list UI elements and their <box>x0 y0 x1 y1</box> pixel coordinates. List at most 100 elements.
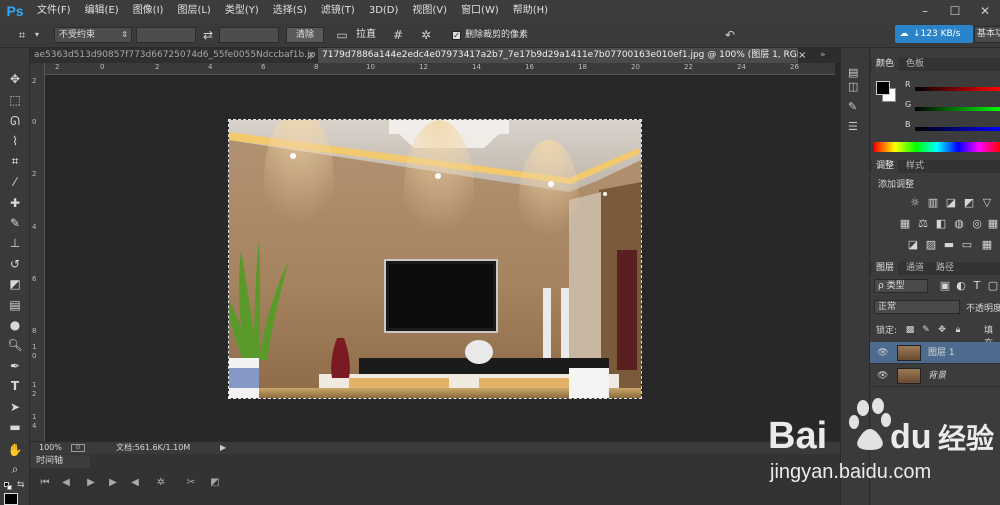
layer-row-selected[interactable]: 👁︎ 图层 1 <box>870 342 1000 364</box>
brightness-icon[interactable]: ☼ <box>908 197 922 209</box>
grid-overlay-icon[interactable]: # <box>390 27 406 43</box>
menu-window[interactable]: 窗口(W) <box>454 0 506 22</box>
pen-tool-icon[interactable]: ✒ <box>5 357 25 375</box>
reset-icon[interactable]: ↶ <box>722 27 738 43</box>
swap-colors-icon[interactable]: ⇆ <box>17 480 25 490</box>
maximize-button[interactable]: ☐ <box>940 0 970 22</box>
lock-image-icon[interactable]: ✎ <box>919 324 933 336</box>
tab-color[interactable]: 颜色 <box>872 58 899 71</box>
crop-tool-icon[interactable]: ⌗ <box>5 152 25 170</box>
marquee-tool-icon[interactable]: ⬚ <box>5 91 25 109</box>
status-menu-icon[interactable]: ⊙ <box>71 444 85 452</box>
zoom-level[interactable]: 100% <box>39 442 62 454</box>
tab-layers[interactable]: 图层 <box>872 262 899 275</box>
lock-position-icon[interactable]: ✥ <box>935 324 949 336</box>
menu-view[interactable]: 视图(V) <box>405 0 454 22</box>
hand-tool-icon[interactable]: ✋ <box>5 441 25 459</box>
posterize-icon[interactable]: ▨ <box>924 239 938 251</box>
history-panel-icon[interactable]: ▤ <box>848 66 858 79</box>
actions-panel-icon[interactable]: ◫ <box>848 80 858 93</box>
filter-type-icon[interactable]: T <box>970 280 984 292</box>
menu-help[interactable]: 帮助(H) <box>506 0 555 22</box>
green-slider[interactable]: G <box>870 100 1000 120</box>
document-tab-active[interactable]: 7179d7886a144e2edc4e07973417a2b7_7e17b9d… <box>318 48 798 63</box>
straighten-label[interactable]: 拉直 <box>356 27 376 43</box>
default-colors-icon[interactable] <box>4 482 13 491</box>
filter-pixel-icon[interactable]: ▣ <box>938 280 952 292</box>
tab-paths[interactable]: 路径 <box>932 262 958 275</box>
color-spectrum[interactable] <box>874 142 1000 152</box>
transition-icon[interactable]: ◩ <box>206 476 224 490</box>
menu-file[interactable]: 文件(F) <box>30 0 78 22</box>
timeline-tab[interactable]: 时间轴 <box>30 455 90 468</box>
menu-type[interactable]: 类型(Y) <box>218 0 266 22</box>
tab-close-icon[interactable]: × <box>307 48 317 63</box>
vibrance-icon[interactable]: ▽ <box>980 197 994 209</box>
menu-image[interactable]: 图像(I) <box>126 0 171 22</box>
gradient-tool-icon[interactable]: ▤ <box>5 296 25 314</box>
tab-overflow-icon[interactable]: » <box>820 48 838 63</box>
audio-icon[interactable]: ◀ <box>126 476 144 490</box>
channel-mixer-icon[interactable]: ◎ <box>970 218 984 230</box>
play-icon[interactable]: ▶ <box>82 476 100 490</box>
delete-cropped-checkbox[interactable]: ✓ <box>452 31 461 40</box>
tab-channels[interactable]: 通道 <box>902 262 928 275</box>
lock-transparent-icon[interactable]: ▩ <box>903 324 917 336</box>
chevron-down-icon[interactable]: ▾ <box>32 27 42 43</box>
tab-swatches[interactable]: 色板 <box>902 58 928 71</box>
gear-icon[interactable]: ✲ <box>418 27 434 43</box>
eye-icon[interactable]: 👁︎ <box>877 342 888 364</box>
foreground-color-swatch[interactable] <box>4 493 18 505</box>
first-frame-icon[interactable]: ⏮ <box>36 476 54 490</box>
curves-icon[interactable]: ◪ <box>944 197 958 209</box>
status-arrow-icon[interactable]: ▶ <box>220 442 226 454</box>
previous-frame-icon[interactable]: ◀ <box>57 476 75 490</box>
move-tool-icon[interactable]: ✥ <box>5 70 25 88</box>
workspace-select[interactable]: 基本功能 <box>974 26 1000 43</box>
tab-close-icon[interactable]: × <box>798 48 808 63</box>
brush-presets-icon[interactable]: ✎ <box>848 100 857 113</box>
invert-icon[interactable]: ◪ <box>906 239 920 251</box>
crop-tool-icon[interactable]: ⌗ <box>14 27 30 43</box>
scissors-icon[interactable]: ✂ <box>182 476 200 490</box>
tab-styles[interactable]: 样式 <box>902 160 928 173</box>
quick-select-tool-icon[interactable]: ⌇ <box>5 132 25 150</box>
rectangle-tool-icon[interactable]: ▬ <box>5 418 25 436</box>
tab-adjustments[interactable]: 调整 <box>872 160 899 173</box>
eraser-tool-icon[interactable]: ◩ <box>5 275 25 293</box>
menu-layer[interactable]: 图层(L) <box>170 0 217 22</box>
black-white-icon[interactable]: ◧ <box>934 218 948 230</box>
color-balance-icon[interactable]: ⚖ <box>916 218 930 230</box>
menu-select[interactable]: 选择(S) <box>266 0 314 22</box>
zoom-tool-icon[interactable]: ⌕ <box>5 460 25 478</box>
properties-panel-icon[interactable]: ☰ <box>848 120 858 133</box>
healing-brush-tool-icon[interactable]: ✚ <box>5 194 25 212</box>
brush-tool-icon[interactable]: ✎ <box>5 214 25 232</box>
ratio-select[interactable]: 不受约束 ⇕ <box>54 27 132 43</box>
selective-color-icon[interactable]: ▦ <box>980 239 994 251</box>
threshold-icon[interactable]: ▬ <box>942 239 956 251</box>
lock-all-icon[interactable]: 🔒︎ <box>951 324 965 336</box>
layer-row[interactable]: 👁︎ 背景 <box>870 365 1000 387</box>
ratio-height-field[interactable] <box>219 27 279 43</box>
menu-edit[interactable]: 编辑(E) <box>78 0 126 22</box>
ratio-width-field[interactable] <box>136 27 196 43</box>
clear-button[interactable]: 清除 <box>286 27 324 43</box>
levels-icon[interactable]: ▥ <box>926 197 940 209</box>
minimize-button[interactable]: – <box>910 0 940 22</box>
photo-filter-icon[interactable]: ◍ <box>952 218 966 230</box>
settings-icon[interactable]: ✲ <box>152 476 170 490</box>
menu-filter[interactable]: 滤镜(T) <box>314 0 362 22</box>
document-image[interactable] <box>228 119 642 399</box>
eye-icon[interactable]: 👁︎ <box>877 365 888 387</box>
color-lookup-icon[interactable]: ▦ <box>986 218 1000 230</box>
eyedropper-tool-icon[interactable]: ⁄ <box>5 173 25 191</box>
gradient-map-icon[interactable]: ▭ <box>960 239 974 251</box>
swap-icon[interactable]: ⇄ <box>200 27 216 43</box>
straighten-icon[interactable]: ▭ <box>334 27 350 43</box>
filter-adjustment-icon[interactable]: ◐ <box>954 280 968 292</box>
blue-slider[interactable]: B <box>870 120 1000 140</box>
foreground-swatch[interactable] <box>876 81 890 95</box>
filter-shape-icon[interactable]: ▢ <box>986 280 1000 292</box>
layer-filter-select[interactable]: ρ 类型 <box>874 279 928 293</box>
